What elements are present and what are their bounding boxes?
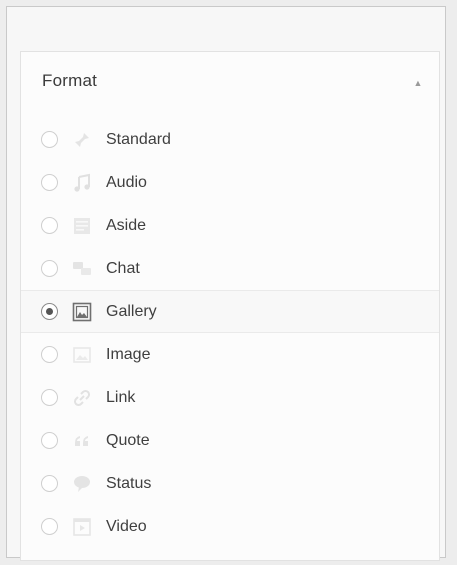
format-option-status[interactable]: Status — [21, 462, 439, 505]
panel-header[interactable]: Format ▲ — [21, 52, 439, 114]
format-label-image: Image — [106, 345, 151, 363]
post-format-metabox: Format ▲ Standard Audio Aside Chat Galle… — [6, 6, 446, 561]
format-option-image[interactable]: Image — [21, 333, 439, 376]
format-panel: Format ▲ Standard Audio Aside Chat Galle… — [20, 51, 440, 561]
gallery-icon — [72, 302, 92, 321]
radio-standard[interactable] — [41, 131, 58, 148]
format-label-gallery: Gallery — [106, 302, 157, 320]
format-label-audio: Audio — [106, 173, 147, 191]
video-icon — [73, 517, 91, 536]
format-label-quote: Quote — [106, 431, 150, 449]
format-option-video[interactable]: Video — [21, 505, 439, 548]
radio-dot — [46, 308, 53, 315]
format-option-quote[interactable]: Quote — [21, 419, 439, 462]
format-option-audio[interactable]: Audio — [21, 161, 439, 204]
format-label-status: Status — [106, 474, 152, 492]
aside-doc-icon — [74, 217, 90, 234]
format-label-video: Video — [106, 517, 147, 535]
radio-gallery[interactable] — [41, 303, 58, 320]
radio-video[interactable] — [41, 518, 58, 535]
link-icon — [73, 389, 91, 406]
radio-quote[interactable] — [41, 432, 58, 449]
chat-bubbles-icon — [73, 261, 91, 275]
format-options: Standard Audio Aside Chat Gallery Image … — [21, 118, 439, 548]
image-icon — [73, 346, 91, 363]
format-option-gallery[interactable]: Gallery — [21, 290, 439, 333]
radio-aside[interactable] — [41, 217, 58, 234]
radio-status[interactable] — [41, 475, 58, 492]
status-bubble-icon — [74, 475, 90, 492]
format-option-standard[interactable]: Standard — [21, 118, 439, 161]
radio-audio[interactable] — [41, 174, 58, 191]
quote-icon — [75, 435, 88, 446]
format-option-aside[interactable]: Aside — [21, 204, 439, 247]
format-option-link[interactable]: Link — [21, 376, 439, 419]
format-label-aside: Aside — [106, 216, 147, 234]
format-label-standard: Standard — [106, 130, 171, 148]
collapse-arrow-icon[interactable]: ▲ — [409, 74, 427, 92]
pin-icon — [75, 132, 89, 147]
format-option-chat[interactable]: Chat — [21, 247, 439, 290]
radio-chat[interactable] — [41, 260, 58, 277]
format-label-chat: Chat — [106, 259, 140, 277]
music-note-icon — [74, 173, 90, 192]
panel-title: Format — [42, 71, 98, 90]
radio-image[interactable] — [41, 346, 58, 363]
format-label-link: Link — [106, 388, 136, 406]
radio-link[interactable] — [41, 389, 58, 406]
